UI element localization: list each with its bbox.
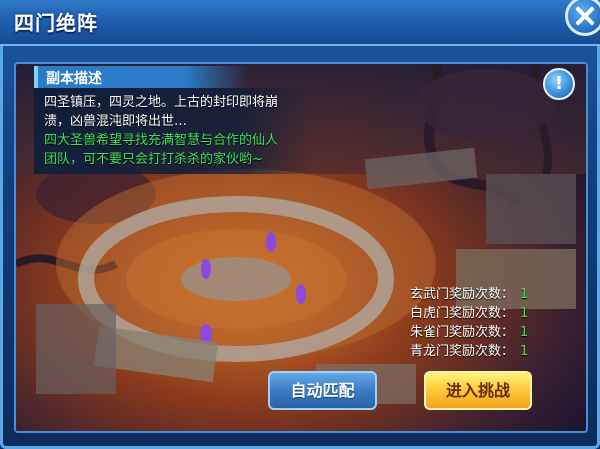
description-header-label: 副本描述 <box>46 71 102 87</box>
reward-count-value: 1 <box>520 325 529 340</box>
description-text: 四圣镇压，四灵之地。上古的封印即将崩 溃，凶兽混沌即将出世… <box>44 93 294 131</box>
description-hint-line-2: 团队，可不要只会打打杀杀的家伙哟~ <box>44 152 263 167</box>
enter-challenge-button[interactable]: 进入挑战 <box>424 371 532 410</box>
reward-count-value: 1 <box>520 306 529 321</box>
reward-count-zhuque: 朱雀门奖励次数： 1 <box>410 321 530 340</box>
info-button[interactable]: ! <box>543 68 575 100</box>
reward-count-label: 玄武门奖励次数： <box>410 287 515 302</box>
info-icon: ! <box>554 73 564 94</box>
reward-count-label: 白虎门奖励次数： <box>410 306 515 321</box>
description-line-1: 四圣镇压，四灵之地。上古的封印即将崩 <box>44 95 279 110</box>
auto-match-button[interactable]: 自动匹配 <box>268 371 377 410</box>
description-line-2: 溃，凶兽混沌即将出世… <box>44 114 188 129</box>
description-header: 副本描述 <box>34 66 248 88</box>
reward-count-xuanwu: 玄武门奖励次数： 1 <box>410 283 530 302</box>
reward-count-value: 1 <box>520 344 529 359</box>
window-title: 四门绝阵 <box>14 11 98 35</box>
title-bar: 四门绝阵 <box>0 0 600 46</box>
description-hint: 四大圣兽希望寻找充满智慧与合作的仙人 团队，可不要只会打打杀杀的家伙哟~ <box>44 131 294 169</box>
close-icon <box>576 7 594 25</box>
reward-count-label: 朱雀门奖励次数： <box>410 325 515 340</box>
description-hint-line-1: 四大圣兽希望寻找充满智慧与合作的仙人 <box>44 133 279 148</box>
reward-count-qinglong: 青龙门奖励次数： 1 <box>410 340 530 359</box>
reward-count-list: 玄武门奖励次数： 1 白虎门奖励次数： 1 朱雀门奖励次数： 1 青龙门奖励次数： 1 <box>410 283 530 359</box>
reward-count-label: 青龙门奖励次数： <box>410 344 515 359</box>
reward-count-value: 1 <box>520 287 529 302</box>
reward-count-baihu: 白虎门奖励次数： 1 <box>410 302 530 321</box>
